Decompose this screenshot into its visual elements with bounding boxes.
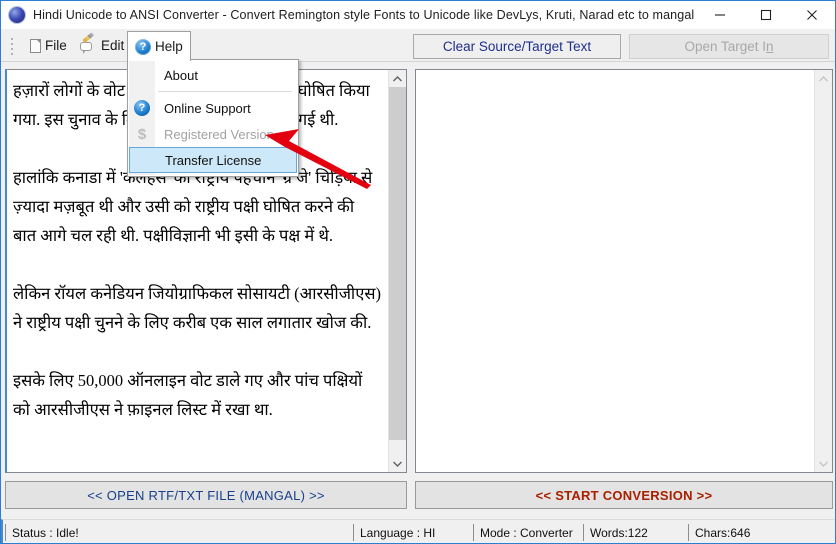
- scroll-down-arrow-icon[interactable]: [815, 455, 832, 472]
- app-sphere-icon: [9, 7, 25, 23]
- scroll-down-arrow-icon[interactable]: [389, 455, 406, 472]
- open-target-in-button[interactable]: Open Target In: [629, 34, 829, 59]
- title-bar: Hindi Unicode to ANSI Converter - Conver…: [1, 1, 835, 30]
- help-dropdown-menu: About ? Online Support $ Registered Vers…: [127, 59, 299, 177]
- help-circle-icon: ?: [135, 38, 151, 55]
- open-target-in-label: Open Target I: [684, 39, 767, 54]
- menu-option-about-label: About: [164, 67, 198, 83]
- status-cell-chars: Chars:646: [688, 524, 750, 541]
- menu-item-edit[interactable]: Edit: [73, 31, 131, 59]
- scroll-up-arrow-icon[interactable]: [815, 70, 832, 87]
- source-paragraph: लेकिन रॉयल कनेडियन जियोग्राफिकल सोसायटी …: [13, 284, 381, 332]
- document-icon: [30, 38, 41, 53]
- dollar-icon: $: [137, 125, 147, 143]
- menu-separator: [158, 91, 292, 92]
- menu-option-transfer-license-label: Transfer License: [165, 152, 262, 168]
- menu-option-online-support[interactable]: ? Online Support: [128, 95, 298, 121]
- window-controls: [697, 1, 835, 29]
- help-circle-icon: ?: [134, 100, 150, 116]
- minimize-icon[interactable]: [697, 1, 743, 29]
- target-text-content[interactable]: [416, 70, 815, 472]
- open-target-in-accel: n: [766, 39, 774, 54]
- scroll-up-arrow-icon[interactable]: [389, 70, 406, 87]
- status-cell-status: Status : Idle!: [5, 524, 79, 541]
- maximize-icon[interactable]: [743, 1, 789, 29]
- menu-option-about[interactable]: About: [128, 62, 298, 88]
- menu-item-file-label: File: [45, 38, 67, 53]
- menu-item-help-label: Help: [155, 39, 183, 54]
- menu-item-file[interactable]: File: [23, 32, 74, 59]
- source-paragraph: इसके लिए 50,000 ऑनलाइन वोट डाले गए और पा…: [13, 371, 363, 419]
- window-title: Hindi Unicode to ANSI Converter - Conver…: [33, 8, 695, 22]
- status-cell-language: Language : HI: [353, 524, 435, 541]
- start-conversion-button[interactable]: << START CONVERSION >>: [415, 481, 833, 509]
- source-scrollbar-thumb[interactable]: [389, 87, 406, 440]
- status-cell-words: Words:122: [583, 524, 648, 541]
- open-rtf-txt-file-button[interactable]: << OPEN RTF/TXT FILE (MANGAL) >>: [5, 481, 407, 509]
- menu-option-transfer-license[interactable]: Transfer License: [129, 147, 297, 173]
- status-cell-mode: Mode : Converter: [473, 524, 573, 541]
- source-vertical-scrollbar[interactable]: [388, 70, 406, 472]
- menu-option-online-support-label: Online Support: [164, 100, 251, 116]
- pencil-edit-icon: [80, 31, 97, 54]
- menu-option-registered-version: $ Registered Version: [128, 121, 298, 147]
- menu-item-help[interactable]: ? Help: [127, 31, 191, 61]
- target-vertical-scrollbar[interactable]: [814, 70, 832, 472]
- toolbar-grip: [11, 38, 14, 55]
- menu-option-registered-version-label: Registered Version: [164, 126, 274, 142]
- status-bar: Status : Idle! Language : HI Mode : Conv…: [1, 519, 835, 543]
- close-icon[interactable]: [789, 1, 835, 29]
- clear-source-target-text-button[interactable]: Clear Source/Target Text: [413, 34, 621, 59]
- target-text-panel[interactable]: [415, 69, 833, 473]
- application-window: Hindi Unicode to ANSI Converter - Conver…: [0, 0, 836, 544]
- menu-item-edit-label: Edit: [101, 38, 125, 53]
